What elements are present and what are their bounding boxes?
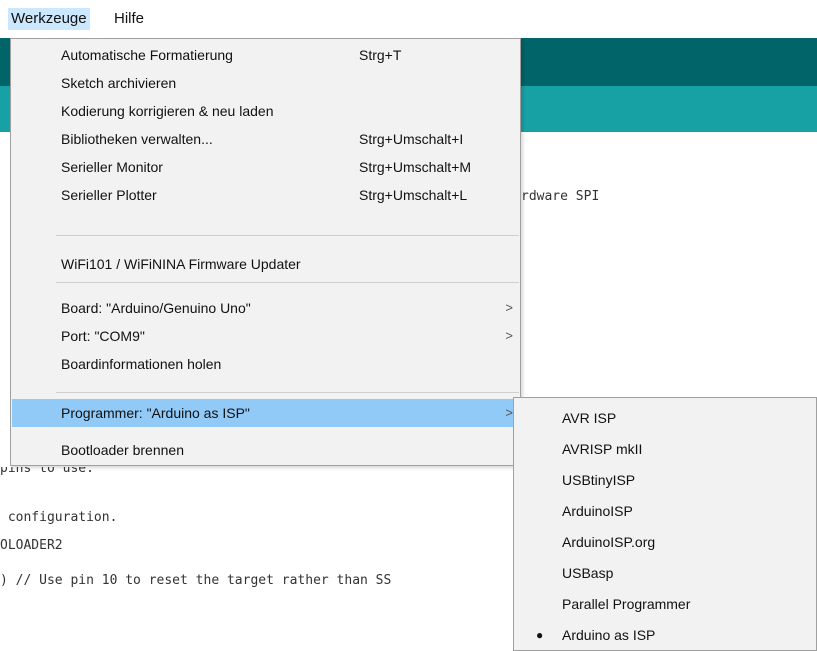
submenu-item-label: ArduinoISP.org <box>562 534 656 550</box>
menu-item-board-info[interactable]: Boardinformationen holen <box>12 350 519 378</box>
programmer-option-parallel[interactable]: Parallel Programmer <box>515 590 815 618</box>
menu-item-burn-bootloader[interactable]: Bootloader brennen <box>12 436 519 464</box>
programmer-submenu: AVR ISP AVRISP mkII USBtinyISP ArduinoIS… <box>513 397 817 651</box>
werkzeuge-menu: Automatische Formatierung Strg+T Sketch … <box>10 38 521 466</box>
menu-item-label: Boardinformationen holen <box>61 356 222 372</box>
code-line: OLOADER2 <box>0 538 63 553</box>
menu-item-shortcut: Strg+Umschalt+L <box>359 187 468 203</box>
menu-item-label: Serieller Monitor <box>61 159 163 175</box>
menu-item-label: Automatische Formatierung <box>61 47 233 63</box>
menu-item-label: Serieller Plotter <box>61 187 157 203</box>
menu-item-label: WiFi101 / WiFiNINA Firmware Updater <box>61 256 301 272</box>
submenu-item-label: ArduinoISP <box>562 503 633 519</box>
menu-item-board[interactable]: Board: "Arduino/Genuino Uno" > <box>12 294 519 322</box>
menu-item-fix-encoding[interactable]: Kodierung korrigieren & neu laden <box>12 97 519 125</box>
menu-separator <box>56 392 519 393</box>
menu-item-shortcut: Strg+Umschalt+I <box>359 131 464 147</box>
submenu-item-label: Parallel Programmer <box>562 596 691 612</box>
radio-bullet-icon: ● <box>536 628 544 642</box>
chevron-right-icon: > <box>505 328 513 343</box>
menu-item-serial-monitor[interactable]: Serieller Monitor Strg+Umschalt+M <box>12 153 519 181</box>
menu-item-serial-plotter[interactable]: Serieller Plotter Strg+Umschalt+L <box>12 181 519 209</box>
menu-item-label: Programmer: "Arduino as ISP" <box>61 405 250 421</box>
menu-item-firmware-updater[interactable]: WiFi101 / WiFiNINA Firmware Updater <box>12 250 519 278</box>
chevron-right-icon: > <box>505 405 513 420</box>
code-line: configuration. <box>0 510 118 525</box>
menu-item-archive-sketch[interactable]: Sketch archivieren <box>12 69 519 97</box>
menubar: Werkzeuge Hilfe <box>0 0 817 38</box>
arduino-ide-window: Werkzeuge Hilfe rdware SPI pins to use. … <box>0 0 817 651</box>
menu-item-shortcut: Strg+Umschalt+M <box>359 159 472 175</box>
menu-item-manage-libraries[interactable]: Bibliotheken verwalten... Strg+Umschalt+… <box>12 125 519 153</box>
programmer-option-usbasp[interactable]: USBasp <box>515 559 815 587</box>
menu-item-label: Kodierung korrigieren & neu laden <box>61 103 274 119</box>
menu-separator <box>56 235 519 236</box>
code-line: ) // Use pin 10 to reset the target rath… <box>0 573 392 588</box>
menu-werkzeuge[interactable]: Werkzeuge <box>8 8 90 30</box>
menu-item-auto-format[interactable]: Automatische Formatierung Strg+T <box>12 41 519 69</box>
menu-separator <box>56 282 519 283</box>
menu-item-label: Bootloader brennen <box>61 442 184 458</box>
submenu-item-label: USBasp <box>562 565 614 581</box>
programmer-option-avrisp-mkii[interactable]: AVRISP mkII <box>515 435 815 463</box>
menu-item-label: Port: "COM9" <box>61 328 145 344</box>
code-line: rdware SPI <box>521 189 600 204</box>
submenu-item-label: AVR ISP <box>562 410 617 426</box>
code-line: pins to use. <box>0 467 94 476</box>
menu-item-label: Board: "Arduino/Genuino Uno" <box>61 300 251 316</box>
programmer-option-usbtinyisp[interactable]: USBtinyISP <box>515 466 815 494</box>
submenu-item-label: USBtinyISP <box>562 472 636 488</box>
menu-item-programmer[interactable]: Programmer: "Arduino as ISP" > <box>12 399 519 427</box>
submenu-item-label: AVRISP mkII <box>562 441 643 457</box>
menu-hilfe[interactable]: Hilfe <box>111 8 147 30</box>
menu-item-label: Sketch archivieren <box>61 75 177 91</box>
programmer-option-arduinoisp[interactable]: ArduinoISP <box>515 497 815 525</box>
programmer-option-arduinoisp-org[interactable]: ArduinoISP.org <box>515 528 815 556</box>
programmer-option-avr-isp[interactable]: AVR ISP <box>515 404 815 432</box>
chevron-right-icon: > <box>505 300 513 315</box>
menu-item-port[interactable]: Port: "COM9" > <box>12 322 519 350</box>
menu-item-label: Bibliotheken verwalten... <box>61 131 213 147</box>
submenu-item-label: Arduino as ISP <box>562 627 656 643</box>
menu-item-shortcut: Strg+T <box>359 47 402 63</box>
programmer-option-arduino-as-isp[interactable]: ● Arduino as ISP <box>515 621 815 649</box>
